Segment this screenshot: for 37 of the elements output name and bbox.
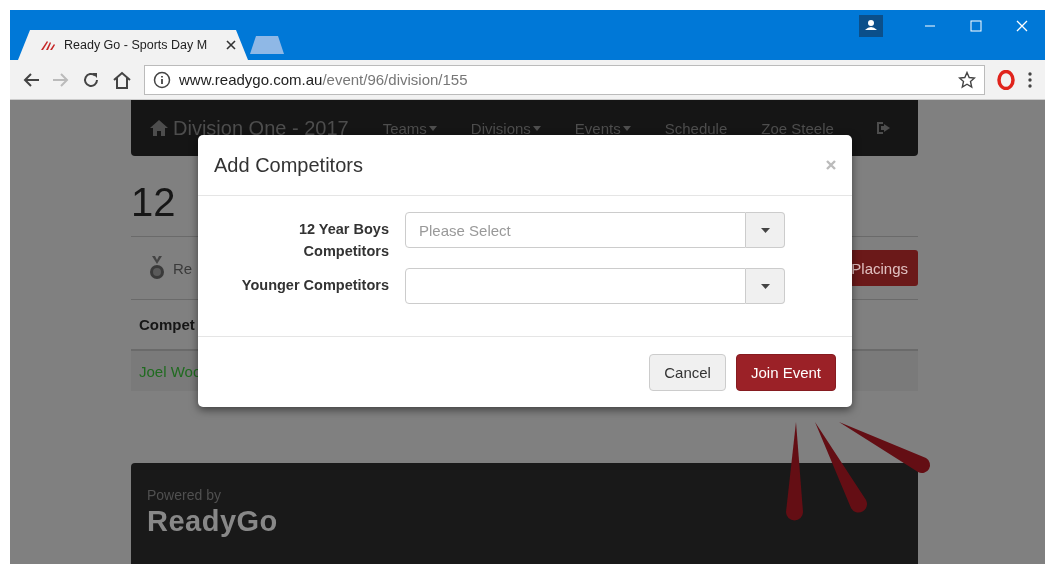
tab-title: Ready Go - Sports Day M — [64, 38, 209, 52]
nav-link[interactable]: Teams — [382, 119, 427, 137]
logout-icon[interactable] — [875, 120, 892, 136]
join-button[interactable]: Join Event — [735, 353, 836, 391]
menu-icon[interactable] — [1027, 70, 1033, 89]
modal-title: Add Competitors — [214, 153, 364, 177]
close-icon — [826, 160, 836, 170]
medal-icon — [149, 256, 165, 280]
info-icon — [153, 70, 171, 89]
nav-link[interactable]: Events — [574, 119, 621, 137]
new-tab-icon[interactable] — [250, 36, 284, 54]
address-bar[interactable]: www.readygo.com.au/event/96/division/155 — [144, 64, 985, 95]
cancel-button[interactable]: Cancel — [649, 353, 726, 391]
footer-logo: ReadyGo — [147, 505, 279, 538]
tab-label[interactable]: Re — [173, 259, 193, 277]
url-text: www.readygo.com.au/event/96/division/155 — [179, 71, 469, 88]
maximize-icon[interactable] — [970, 20, 982, 32]
back-icon[interactable] — [22, 71, 40, 88]
column-header: Compet — [139, 316, 195, 333]
home-icon[interactable] — [112, 70, 132, 89]
reload-icon[interactable] — [82, 70, 100, 89]
select-field[interactable]: Please Select — [405, 212, 746, 248]
nav-link[interactable]: Schedule — [664, 119, 728, 137]
caret-icon — [760, 227, 770, 233]
select-field[interactable] — [405, 268, 746, 304]
caret-icon — [760, 283, 770, 289]
star-icon[interactable] — [958, 70, 976, 89]
close-button[interactable] — [826, 160, 836, 170]
nav-link[interactable]: Zoe Steele — [761, 119, 834, 137]
close-icon[interactable] — [226, 40, 236, 50]
browser-tab[interactable]: Ready Go - Sports Day M — [18, 30, 248, 60]
favicon-icon — [40, 39, 56, 51]
opera-icon[interactable] — [997, 69, 1015, 90]
field-label: Younger Competitors — [240, 276, 389, 295]
forward-icon[interactable] — [52, 71, 70, 88]
profile-icon[interactable] — [859, 15, 883, 37]
nav-link[interactable]: Divisions — [470, 119, 531, 137]
